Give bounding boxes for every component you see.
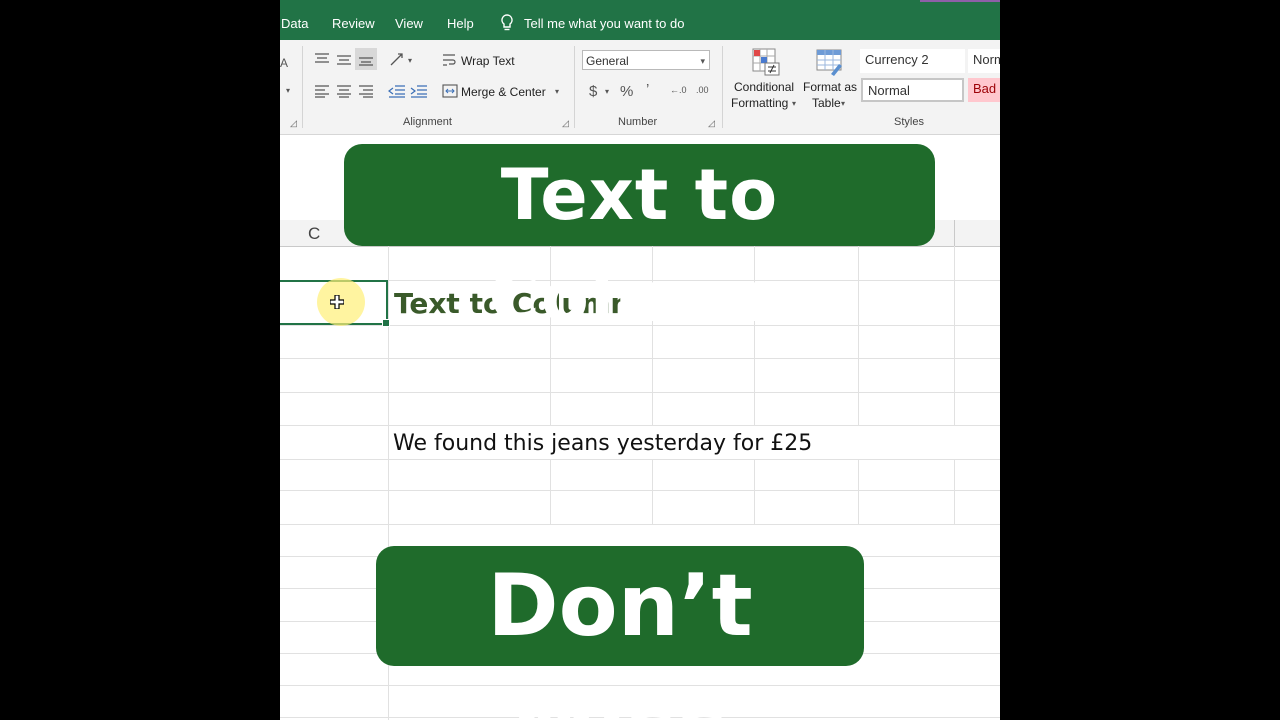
- style-normal-cutoff-label: Norm: [973, 52, 1000, 67]
- align-center-icon[interactable]: [336, 84, 352, 98]
- increase-indent-icon[interactable]: [410, 84, 428, 98]
- align-bottom-button[interactable]: [355, 48, 377, 70]
- font-launcher-icon[interactable]: ◿: [290, 118, 297, 129]
- number-format-select[interactable]: General ▾: [582, 50, 710, 70]
- style-bad[interactable]: Bad: [968, 78, 1000, 102]
- conditional-formatting-label-1[interactable]: Conditional: [734, 80, 794, 94]
- comma-style-icon[interactable]: ’: [646, 81, 649, 98]
- number-group-label: Number: [618, 116, 658, 128]
- separator: [574, 46, 575, 128]
- grid-col-line: [652, 459, 653, 525]
- conditional-formatting-icon: [752, 48, 780, 76]
- tab-help[interactable]: Help: [447, 16, 474, 31]
- align-left-icon[interactable]: [314, 84, 330, 98]
- grid-col-line: [858, 459, 859, 525]
- wrap-text-icon: [443, 54, 456, 66]
- grid-col-line: [954, 246, 955, 426]
- style-normal[interactable]: Normal: [861, 78, 964, 102]
- cell-sentence-text[interactable]: We found this jeans yesterday for £25: [393, 431, 812, 456]
- font-color-icon[interactable]: A: [280, 56, 288, 70]
- align-right-icon[interactable]: [358, 84, 374, 98]
- separator: [302, 46, 303, 128]
- alignment-launcher-icon[interactable]: ◿: [562, 118, 569, 129]
- orientation-icon[interactable]: [388, 50, 406, 68]
- tab-review[interactable]: Review: [332, 16, 375, 31]
- tab-view[interactable]: View: [395, 16, 423, 31]
- decrease-decimal-icon[interactable]: .00: [696, 85, 709, 95]
- grid-col-line: [954, 459, 955, 525]
- tab-data[interactable]: Data: [281, 16, 308, 31]
- grid-col-line: [550, 459, 551, 525]
- style-bad-label: Bad: [973, 81, 997, 96]
- format-as-table-label-2[interactable]: Table: [812, 96, 841, 110]
- dropdown-arrow-icon[interactable]: ▾: [605, 87, 609, 96]
- dropdown-arrow-icon[interactable]: ▾: [408, 56, 412, 65]
- currency-icon[interactable]: $: [589, 83, 597, 100]
- align-middle-icon[interactable]: [336, 52, 352, 66]
- alignment-group-label: Alignment: [403, 116, 452, 128]
- percent-icon[interactable]: %: [620, 83, 633, 100]
- column-header-c[interactable]: C: [308, 224, 320, 244]
- separator: [722, 46, 723, 128]
- style-currency-2[interactable]: Currency 2: [860, 49, 965, 73]
- align-top-icon[interactable]: [314, 52, 330, 66]
- merge-center-button[interactable]: Merge & Center: [461, 85, 546, 99]
- merge-dropdown-icon[interactable]: ▾: [555, 87, 559, 96]
- lightbulb-icon: [501, 14, 513, 31]
- number-launcher-icon[interactable]: ◿: [708, 118, 715, 129]
- decrease-indent-icon[interactable]: [388, 84, 406, 98]
- column-divider: [954, 220, 955, 246]
- format-as-table-icon: [816, 49, 842, 76]
- conditional-formatting-label-2[interactable]: Formatting: [731, 96, 788, 110]
- align-bottom-icon: [359, 57, 373, 66]
- increase-decimal-icon[interactable]: ←.0: [670, 85, 687, 95]
- grid-col-line: [858, 246, 859, 426]
- style-normal-label: Normal: [868, 83, 910, 98]
- title-accent: [920, 0, 1000, 2]
- excel-window: Data Review View Help Tell me what you w…: [280, 0, 1000, 720]
- fill-handle[interactable]: [382, 319, 390, 327]
- styles-group-label: Styles: [894, 116, 924, 128]
- tell-me-text: Tell me what you want to do: [524, 15, 685, 31]
- style-currency-2-label: Currency 2: [865, 52, 929, 67]
- format-as-table-label-1[interactable]: Format as: [803, 80, 857, 94]
- cta-banner: Don’t Miss: [376, 546, 864, 720]
- wrap-text-button[interactable]: Wrap Text: [461, 54, 515, 68]
- grid-col-line: [754, 459, 755, 525]
- dropdown-arrow-icon[interactable]: ▾: [792, 99, 796, 108]
- style-normal-cutoff[interactable]: Norm: [968, 49, 1000, 73]
- cell-cursor-icon: [330, 295, 344, 309]
- dropdown-arrow-icon[interactable]: ▾: [841, 99, 845, 108]
- number-format-value: General: [586, 54, 629, 68]
- merge-center-icon: [442, 84, 458, 98]
- tell-me-box[interactable]: Tell me what you want to do: [500, 14, 684, 32]
- title-banner: Text to Column: [344, 144, 935, 338]
- chevron-down-icon: ▾: [700, 56, 705, 66]
- ribbon: A ▾ ◿ ▾ Wrap Text Merge & Center ▾ Align…: [280, 40, 1000, 135]
- dropdown-arrow-icon[interactable]: ▾: [286, 86, 290, 95]
